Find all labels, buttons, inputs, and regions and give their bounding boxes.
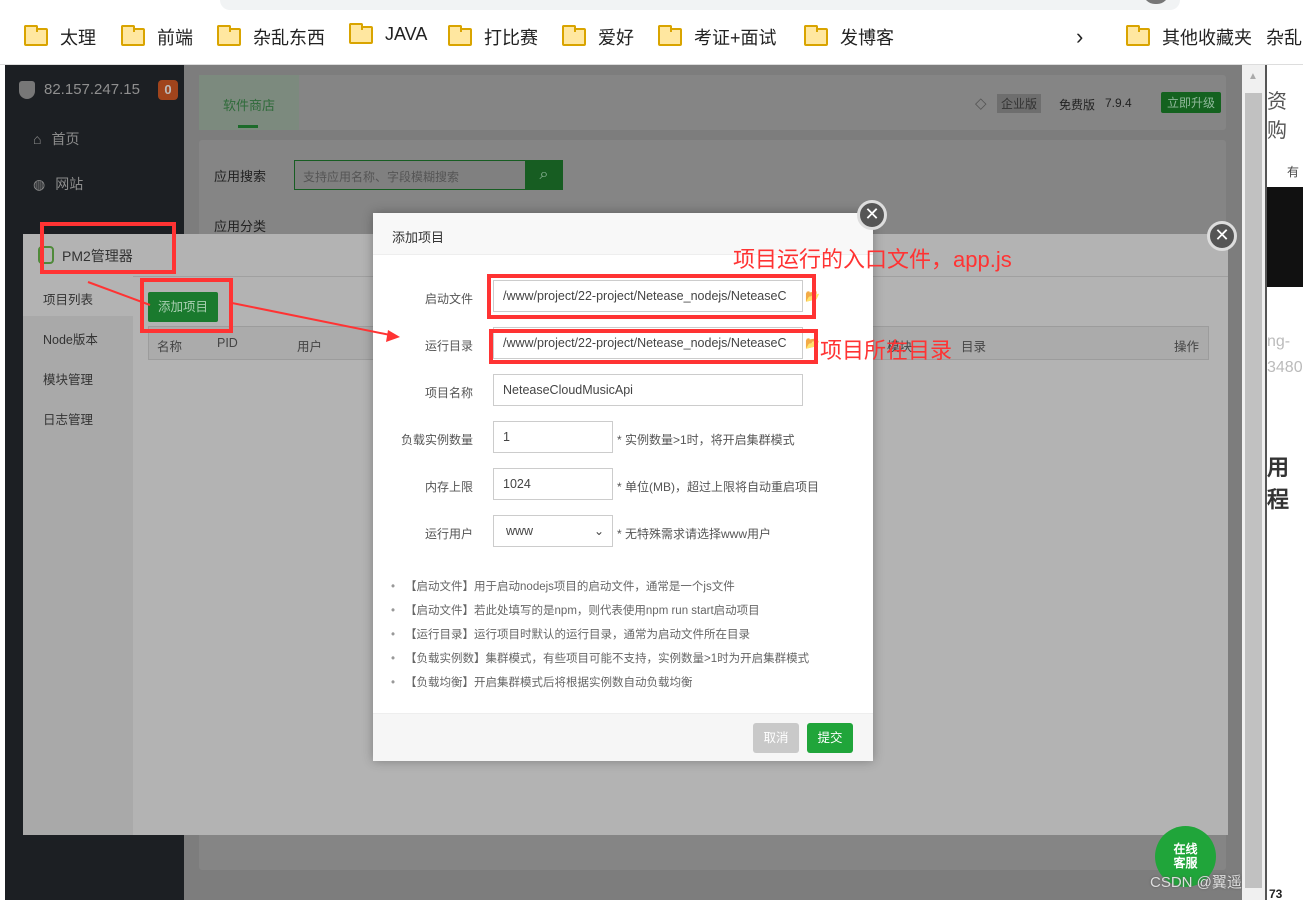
tab-software-store[interactable]: 软件商店 bbox=[199, 75, 299, 130]
bookmark-folder[interactable]: 杂乱东西 bbox=[217, 24, 325, 50]
close-icon: ✕ bbox=[1214, 225, 1230, 245]
cancel-button[interactable]: 取消 bbox=[753, 723, 799, 753]
address-bar[interactable] bbox=[220, 0, 1180, 10]
modal-close-button[interactable]: ✕ bbox=[857, 200, 887, 230]
pm2-nav: 项目列表 Node版本 模块管理 日志管理 bbox=[23, 276, 133, 835]
annotation-box bbox=[489, 329, 818, 364]
diamond-icon: ◇ bbox=[975, 95, 987, 112]
notification-badge[interactable]: 0 bbox=[158, 80, 178, 100]
nav-module-manage[interactable]: 模块管理 bbox=[43, 369, 93, 388]
scrollbar[interactable]: ▲ bbox=[1242, 65, 1265, 900]
scroll-up-icon[interactable]: ▲ bbox=[1248, 71, 1258, 82]
nav-project-list[interactable]: 项目列表 bbox=[43, 289, 93, 308]
tip-item: 【负载均衡】开启集群模式后将根据实例数自动负载均衡 bbox=[391, 674, 693, 690]
chevron-right-icon[interactable]: › bbox=[1076, 24, 1083, 50]
annotation-box bbox=[40, 222, 176, 274]
close-icon: ✕ bbox=[864, 204, 880, 224]
bookmark-folder[interactable]: 前端 bbox=[121, 24, 193, 50]
enterprise-badge[interactable]: 企业版 bbox=[997, 94, 1042, 113]
bookmark-folder[interactable]: 爱好 bbox=[562, 24, 634, 50]
modal-title: 添加项目 bbox=[392, 230, 445, 245]
bookmark-folder[interactable]: JAVA bbox=[349, 22, 427, 45]
search-button[interactable]: ⌕ bbox=[525, 160, 563, 190]
scrollbar-thumb[interactable] bbox=[1245, 93, 1262, 888]
folder-icon bbox=[448, 25, 472, 46]
shield-icon bbox=[19, 81, 35, 99]
project-name-input[interactable]: NeteaseCloudMusicApi bbox=[493, 374, 803, 406]
folder-icon bbox=[24, 25, 48, 46]
sidebar-item-website[interactable]: ◍ 网站 bbox=[33, 174, 83, 194]
folder-icon bbox=[1126, 25, 1150, 46]
folder-icon bbox=[804, 25, 828, 46]
instance-count-input[interactable]: 1 bbox=[493, 421, 613, 453]
nav-log-manage[interactable]: 日志管理 bbox=[43, 409, 93, 428]
folder-icon bbox=[349, 22, 373, 44]
run-user-select[interactable]: www ⌄ bbox=[493, 515, 613, 547]
bookmark-overflow[interactable]: 杂乱 bbox=[1266, 24, 1302, 50]
thumbnail-image bbox=[1267, 187, 1303, 287]
chevron-down-icon: ⌄ bbox=[593, 524, 604, 538]
upgrade-button[interactable]: 立即升级 bbox=[1161, 92, 1222, 113]
tip-item: 【启动文件】用于启动nodejs项目的启动文件，通常是一个js文件 bbox=[391, 578, 735, 594]
submit-button[interactable]: 提交 bbox=[807, 723, 853, 753]
bookmark-folder[interactable]: 太理 bbox=[24, 24, 96, 50]
bookmark-folder[interactable]: 发博客 bbox=[804, 24, 894, 50]
bookmarks-bar: 太理 前端 杂乱东西 JAVA 打比赛 爱好 考证+面试 发博客 › 其他收藏夹… bbox=[0, 0, 1303, 65]
tip-item: 【启动文件】若此处填写的是npm，则代表使用npm run start启动项目 bbox=[391, 602, 760, 618]
folder-icon bbox=[658, 25, 682, 46]
tab-indicator bbox=[238, 125, 258, 128]
annotation-box bbox=[487, 274, 816, 319]
annotation-project-dir: 项目所在目录 bbox=[820, 338, 953, 363]
tip-item: 【负载实例数】集群模式，有些项目可能不支持，实例数量>1时为开启集群模式 bbox=[391, 650, 809, 666]
globe-icon: ◍ bbox=[33, 175, 46, 192]
modal-footer: 取消 提交 bbox=[373, 713, 873, 761]
header-bar: 软件商店 ◇ 企业版 免费版 7.9.4 立即升级 bbox=[199, 75, 1226, 130]
memory-limit-input[interactable]: 1024 bbox=[493, 468, 613, 500]
right-page: 资购 有 ng- 34802 用程 73 bbox=[1265, 65, 1303, 900]
folder-icon bbox=[217, 25, 241, 46]
search-icon: ⌕ bbox=[539, 166, 549, 183]
pm2-close-button[interactable]: ✕ bbox=[1207, 221, 1237, 251]
annotation-box bbox=[140, 278, 233, 333]
tip-item: 【运行目录】运行项目时默认的运行目录，通常为启动文件所在目录 bbox=[391, 626, 750, 642]
bookmark-folder-other[interactable]: 其他收藏夹 bbox=[1126, 24, 1252, 50]
bookmark-folder[interactable]: 打比赛 bbox=[448, 24, 538, 50]
folder-icon bbox=[121, 25, 145, 46]
folder-icon bbox=[562, 25, 586, 46]
home-icon: ⌂ bbox=[33, 131, 42, 147]
server-ip: 82.157.247.15 bbox=[44, 81, 140, 98]
app-search-input[interactable]: 支持应用名称、字段模糊搜索 bbox=[294, 160, 526, 190]
bookmark-folder[interactable]: 考证+面试 bbox=[658, 24, 777, 50]
annotation-entry-file: 项目运行的入口文件，app.js bbox=[733, 247, 1012, 272]
nav-node-version[interactable]: Node版本 bbox=[43, 329, 98, 348]
sidebar-item-home[interactable]: ⌂ 首页 bbox=[33, 129, 79, 149]
